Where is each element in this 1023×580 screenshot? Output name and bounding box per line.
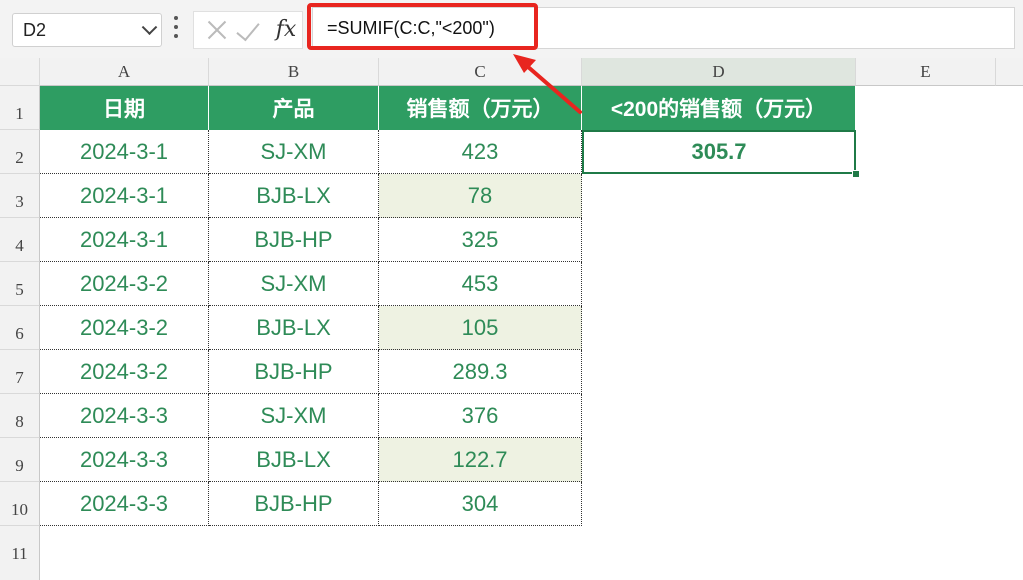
cell-sales-highlighted[interactable]: 105	[379, 306, 582, 350]
column-header-c[interactable]: C	[379, 58, 582, 86]
cell-sales[interactable]: 423	[379, 130, 582, 174]
cell-date[interactable]: 2024-3-3	[40, 438, 209, 482]
column-header-b[interactable]: B	[209, 58, 379, 86]
cell-sales[interactable]: 304	[379, 482, 582, 526]
cell-date[interactable]: 2024-3-1	[40, 174, 209, 218]
formula-bar: D2 fx =SUMIF(C:C,"<200")	[0, 0, 1023, 58]
row-header-2[interactable]: 2	[0, 130, 40, 174]
fill-handle[interactable]	[852, 170, 860, 178]
row-header-1[interactable]: 1	[0, 86, 40, 130]
cell-product[interactable]: SJ-XM	[209, 130, 379, 174]
cell-product[interactable]: SJ-XM	[209, 262, 379, 306]
cell-date[interactable]: 2024-3-3	[40, 394, 209, 438]
row-header-4[interactable]: 4	[0, 218, 40, 262]
row-header-11[interactable]: 11	[0, 526, 40, 580]
column-header-e[interactable]: E	[856, 58, 996, 86]
cell-date[interactable]: 2024-3-2	[40, 262, 209, 306]
column-header-a[interactable]: A	[40, 58, 209, 86]
cell-product[interactable]: SJ-XM	[209, 394, 379, 438]
cell-product[interactable]: BJB-LX	[209, 174, 379, 218]
cancel-icon[interactable]	[202, 14, 234, 46]
cell-product[interactable]: BJB-HP	[209, 218, 379, 262]
header-sales[interactable]: 销售额（万元）	[379, 86, 582, 130]
column-header-f[interactable]	[996, 58, 1023, 86]
cell-sales[interactable]: 289.3	[379, 350, 582, 394]
header-product[interactable]: 产品	[209, 86, 379, 130]
cell-sales[interactable]: 453	[379, 262, 582, 306]
row-header-9[interactable]: 9	[0, 438, 40, 482]
more-options-icon[interactable]	[174, 16, 178, 44]
cell-sales-highlighted[interactable]: 78	[379, 174, 582, 218]
cell-date[interactable]: 2024-3-3	[40, 482, 209, 526]
cell-product[interactable]: BJB-LX	[209, 306, 379, 350]
formula-tools: fx	[193, 11, 303, 49]
chevron-down-icon[interactable]	[141, 19, 158, 36]
cell-date[interactable]: 2024-3-1	[40, 218, 209, 262]
select-all-corner[interactable]	[0, 58, 40, 86]
header-result[interactable]: <200的销售额（万元）	[582, 86, 856, 130]
check-icon[interactable]	[236, 14, 268, 46]
cell-product[interactable]: BJB-LX	[209, 438, 379, 482]
name-box-value: D2	[23, 20, 47, 40]
cell-sales[interactable]: 376	[379, 394, 582, 438]
row-header-8[interactable]: 8	[0, 394, 40, 438]
name-box[interactable]: D2	[12, 13, 162, 47]
row-header-7[interactable]: 7	[0, 350, 40, 394]
row-header-6[interactable]: 6	[0, 306, 40, 350]
cell-date[interactable]: 2024-3-2	[40, 306, 209, 350]
row-header-10[interactable]: 10	[0, 482, 40, 526]
result-cell[interactable]: 305.7	[582, 130, 856, 174]
insert-function-icon[interactable]: fx	[270, 14, 302, 46]
row-header-3[interactable]: 3	[0, 174, 40, 218]
column-header-d[interactable]: D	[582, 58, 856, 86]
cell-sales-highlighted[interactable]: 122.7	[379, 438, 582, 482]
header-date[interactable]: 日期	[40, 86, 209, 130]
formula-text: =SUMIF(C:C,"<200")	[327, 18, 495, 38]
cell-sales[interactable]: 325	[379, 218, 582, 262]
cell-date[interactable]: 2024-3-2	[40, 350, 209, 394]
row-header-5[interactable]: 5	[0, 262, 40, 306]
cell-product[interactable]: BJB-HP	[209, 482, 379, 526]
cell-product[interactable]: BJB-HP	[209, 350, 379, 394]
cell-date[interactable]: 2024-3-1	[40, 130, 209, 174]
